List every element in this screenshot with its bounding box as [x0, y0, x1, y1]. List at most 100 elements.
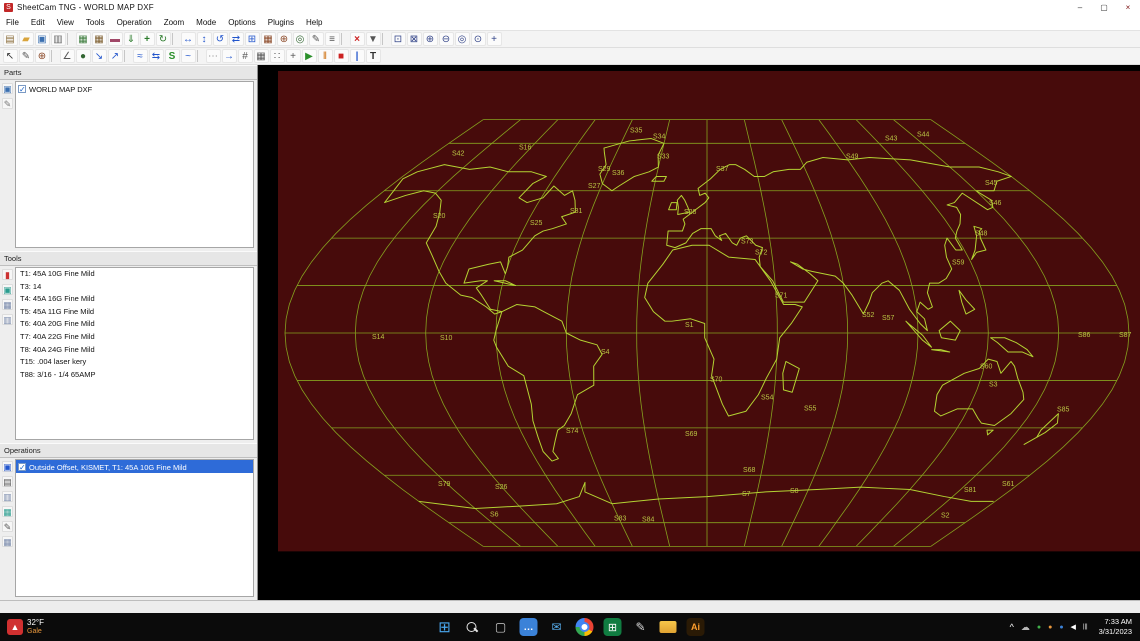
onedrive-icon[interactable]: ☁	[1021, 622, 1030, 632]
run-job-icon[interactable]: ▶	[301, 49, 317, 63]
job-options-icon[interactable]: ▦	[75, 32, 91, 46]
status-icon-green[interactable]: ●	[1037, 624, 1041, 631]
reverse-path-icon[interactable]: ⇆	[148, 49, 164, 63]
operation-item[interactable]: ✓ Outside Offset, KISMET, T1: 45A 10G Fin…	[16, 460, 253, 473]
lead-in-icon[interactable]: ↘	[91, 49, 107, 63]
clock[interactable]: 7:33 AM 3/31/2023	[1099, 617, 1132, 637]
stop-job-icon[interactable]: ■	[333, 49, 349, 63]
material-options-icon[interactable]: ▬	[107, 32, 123, 46]
pan-view-icon[interactable]: +	[486, 32, 502, 46]
text-tool-icon[interactable]: T	[365, 49, 381, 63]
menu-edit[interactable]: Edit	[25, 18, 51, 27]
zoom-in-icon[interactable]: ⊕	[422, 32, 438, 46]
tool-item[interactable]: T15: .004 laser kery	[16, 356, 253, 369]
close-button[interactable]: ×	[1116, 3, 1140, 12]
mirror-part-icon[interactable]: ⇄	[228, 32, 244, 46]
show-numbers-icon[interactable]: #	[237, 49, 253, 63]
measure-line-icon[interactable]: |	[349, 49, 365, 63]
menu-operation[interactable]: Operation	[111, 18, 158, 27]
zoom-out-icon[interactable]: ⊖	[438, 32, 454, 46]
align-parts-icon[interactable]: ⊞	[244, 32, 260, 46]
menu-mode[interactable]: Mode	[190, 18, 222, 27]
delete-part-icon[interactable]: ×	[349, 32, 365, 46]
lead-out-icon[interactable]: ↗	[107, 49, 123, 63]
menu-help[interactable]: Help	[300, 18, 328, 27]
tool-item[interactable]: T8: 40A 24G Fine Mild	[16, 344, 253, 357]
tools-strip-icon-2[interactable]: ▣	[2, 284, 13, 295]
drawing-canvas[interactable]: S35 S34 S43 S44 S42 S16 S29 S33 S36 S37 S27 S49 S45 S…	[258, 65, 1140, 600]
tool-item[interactable]: T1: 45A 10G Fine Mild	[16, 268, 253, 281]
volume-icon[interactable]: ◀	[1071, 624, 1076, 631]
notes-button[interactable]: ✎	[632, 618, 650, 636]
tools-strip-icon-4[interactable]: ▥	[2, 314, 13, 325]
start-point-icon[interactable]: ◎	[292, 32, 308, 46]
tools-strip-icon-1[interactable]: ▮	[2, 269, 13, 280]
chrome-button[interactable]	[575, 618, 594, 636]
search-button[interactable]	[464, 618, 482, 636]
weather-widget[interactable]: ▲ 32°F Gale	[0, 618, 197, 635]
part-properties-icon[interactable]: ≡	[324, 32, 340, 46]
part-item[interactable]: ✓ WORLD MAP DXF	[16, 82, 253, 95]
rotate-part-icon[interactable]: ↺	[212, 32, 228, 46]
chat-button[interactable]: …	[519, 618, 538, 636]
tool-item[interactable]: T3: 14	[16, 281, 253, 294]
start-point-tool-icon[interactable]: ●	[75, 49, 91, 63]
status-icon-blue[interactable]: ●	[1059, 624, 1063, 631]
tool-item[interactable]: T4: 45A 16G Fine Mild	[16, 293, 253, 306]
cut-order-icon[interactable]: ≈	[132, 49, 148, 63]
menu-tools[interactable]: Tools	[80, 18, 111, 27]
file-explorer-button[interactable]	[659, 621, 677, 633]
measure-tool-icon[interactable]: ∠	[59, 49, 75, 63]
contour-edit-icon[interactable]: ✎	[18, 49, 34, 63]
network-icon[interactable]: |||	[1083, 624, 1088, 630]
illustrator-button[interactable]: Ai	[686, 618, 705, 636]
ops-strip-icon-2[interactable]: ▤	[2, 476, 13, 487]
parts-strip-icon-1[interactable]: ▣	[2, 83, 13, 94]
menu-options[interactable]: Options	[222, 18, 262, 27]
post-process-icon[interactable]: ▼	[365, 32, 381, 46]
parts-strip-icon-2[interactable]: ✎	[2, 98, 13, 109]
zoom-part-icon[interactable]: ⊙	[470, 32, 486, 46]
maximize-button[interactable]: ▢	[1092, 3, 1116, 12]
mail-button[interactable]: ✉	[548, 618, 566, 636]
menu-file[interactable]: File	[0, 18, 25, 27]
pause-job-icon[interactable]: ‖	[317, 49, 333, 63]
ops-strip-icon-6[interactable]: ▦	[2, 536, 13, 547]
operations-list[interactable]: ✓ Outside Offset, KISMET, T1: 45A 10G Fin…	[15, 459, 254, 597]
task-view-button[interactable]: ▢	[492, 618, 510, 636]
ops-strip-icon-4[interactable]: ▦	[2, 506, 13, 517]
show-toolpaths-icon[interactable]: ~	[180, 49, 196, 63]
set-origin-icon[interactable]: ⊕	[276, 32, 292, 46]
snap-points-icon[interactable]: ∷	[269, 49, 285, 63]
tools-list[interactable]: T1: 45A 10G Fine Mild T3: 14 T4: 45A 16G F…	[15, 267, 254, 440]
grid-snap-icon[interactable]: ▦	[253, 49, 269, 63]
move-part-icon[interactable]: ↔	[180, 32, 196, 46]
tools-strip-icon-3[interactable]: ▦	[2, 299, 13, 310]
status-icon-orange[interactable]: ●	[1048, 624, 1052, 631]
edit-part-icon[interactable]: ✎	[308, 32, 324, 46]
parts-list[interactable]: ✓ WORLD MAP DXF	[15, 81, 254, 248]
tool-item[interactable]: T6: 40A 20G Fine Mild	[16, 318, 253, 331]
show-directions-icon[interactable]: →	[221, 49, 237, 63]
machine-options-icon[interactable]: ▦	[91, 32, 107, 46]
start-button[interactable]: ⊞	[436, 618, 454, 636]
resize-part-icon[interactable]: ↕	[196, 32, 212, 46]
add-drawing-icon[interactable]: +	[139, 32, 155, 46]
import-drawing-icon[interactable]: ⇓	[123, 32, 139, 46]
zoom-extents-icon[interactable]: ⊠	[406, 32, 422, 46]
show-rapids-icon[interactable]: ⋯	[205, 49, 221, 63]
tool-item[interactable]: T5: 45A 11G Fine Mild	[16, 306, 253, 319]
operation-checkbox[interactable]: ✓	[18, 463, 26, 472]
minimize-button[interactable]: –	[1068, 3, 1092, 12]
new-job-icon[interactable]: ▤	[2, 32, 18, 46]
zoom-sheet-icon[interactable]: ◎	[454, 32, 470, 46]
nest-parts-icon[interactable]: ▦	[260, 32, 276, 46]
menu-zoom[interactable]: Zoom	[158, 18, 190, 27]
select-tool-icon[interactable]: ↖	[2, 49, 18, 63]
ops-strip-icon-1[interactable]: ▣	[2, 461, 13, 472]
excel-button[interactable]: ⊞	[603, 618, 622, 636]
open-job-icon[interactable]: ▰	[18, 32, 34, 46]
print-icon[interactable]: ▥	[50, 32, 66, 46]
zoom-window-icon[interactable]: ⊡	[390, 32, 406, 46]
reload-drawing-icon[interactable]: ↻	[155, 32, 171, 46]
